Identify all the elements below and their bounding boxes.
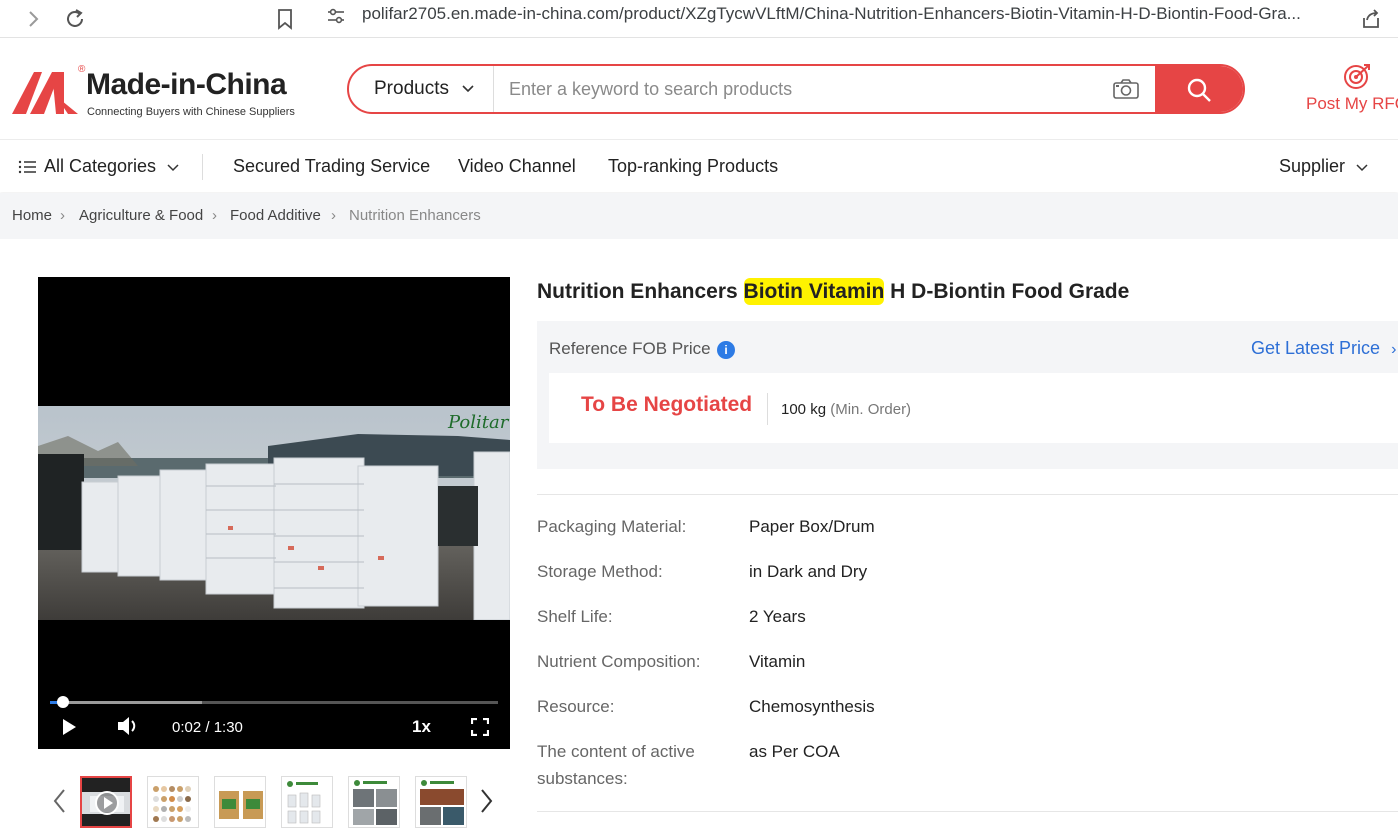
nav-video-channel[interactable]: Video Channel (458, 140, 576, 192)
price-value: To Be Negotiated (581, 393, 753, 416)
list-icon (18, 161, 36, 174)
video-watermark: Politar (448, 412, 509, 433)
get-latest-price-link[interactable]: Get Latest Price › (1251, 338, 1396, 359)
spec-label: Nutrient Composition: (537, 652, 701, 671)
thumbnail-video[interactable] (80, 776, 132, 828)
chevron-right-icon: › (331, 207, 336, 224)
all-categories-menu[interactable]: All Categories (18, 140, 179, 192)
thumbnail-3[interactable] (214, 776, 266, 828)
playback-speed-button[interactable]: 1x (412, 717, 431, 737)
thumbnail-4[interactable] (281, 776, 333, 828)
all-categories-label: All Categories (44, 156, 157, 176)
logo-name: Made-in-China (86, 68, 287, 101)
site-header: ® Made-in-China Connecting Buyers with C… (0, 38, 1398, 140)
bookmark-icon[interactable] (272, 6, 298, 32)
price-box: Reference FOB Price i Get Latest Price ›… (537, 321, 1398, 469)
video-time: 0:02 / 1:30 (172, 719, 243, 736)
chevron-right-icon[interactable] (478, 788, 494, 814)
address-bar[interactable]: polifar2705.en.made-in-china.com/product… (314, 0, 1398, 30)
min-order-label: (Min. Order) (830, 401, 912, 418)
product-title: Nutrition Enhancers Biotin Vitamin H D-B… (537, 278, 1130, 305)
reload-icon[interactable] (62, 6, 88, 32)
chevron-right-icon: › (60, 207, 65, 224)
search-bar: Products (347, 64, 1245, 114)
chevron-left-icon[interactable] (52, 788, 68, 814)
thumbnail-2[interactable] (147, 776, 199, 828)
min-order: 100 kg (Min. Order) (781, 401, 911, 418)
progress-knob[interactable] (57, 696, 70, 708)
registered-mark: ® (78, 64, 86, 75)
spec-value: Paper Box/Drum (749, 517, 875, 536)
search-icon (1187, 78, 1211, 102)
title-part-2: H D-Biontin Food Grade (884, 280, 1130, 303)
spec-label: Shelf Life: (537, 607, 613, 626)
chevron-down-icon (461, 66, 475, 112)
spec-label: Resource: (537, 697, 615, 716)
volume-icon[interactable] (116, 715, 140, 737)
spec-value: 2 Years (749, 607, 806, 626)
search-input[interactable] (495, 66, 1095, 112)
browser-toolbar: polifar2705.en.made-in-china.com/product… (0, 0, 1398, 38)
forward-icon[interactable] (20, 6, 46, 32)
thumbnail-strip (48, 772, 508, 830)
spec-divider (537, 811, 1398, 812)
spec-divider (537, 494, 1398, 495)
supplier-label: Supplier (1279, 156, 1346, 176)
price-divider (767, 393, 768, 425)
breadcrumb-agriculture-food[interactable]: Agriculture & Food (79, 207, 203, 224)
price-panel: To Be Negotiated 100 kg (Min. Order) (549, 373, 1398, 443)
breadcrumb: Home › Agriculture & Food › Food Additiv… (0, 193, 1398, 239)
search-scope-label: Products (374, 78, 449, 99)
spec-value: Chemosynthesis (749, 697, 875, 716)
thumbnail-5[interactable] (348, 776, 400, 828)
site-settings-icon[interactable] (326, 6, 346, 30)
nav-secured-trading[interactable]: Secured Trading Service (233, 140, 430, 192)
product-video-player[interactable]: Politar 0:02 / 1:30 1x (38, 277, 510, 749)
title-highlight: Biotin Vitamin (743, 278, 885, 305)
spec-value: in Dark and Dry (749, 562, 868, 581)
spec-value: Vitamin (749, 652, 806, 671)
logo-tagline: Connecting Buyers with Chinese Suppliers (87, 106, 295, 118)
chevron-down-icon (167, 164, 179, 172)
post-rfq-link[interactable]: Post My RFQ (1300, 60, 1398, 120)
title-part-1: Nutrition Enhancers (537, 280, 744, 303)
spec-value: as Per COA (749, 742, 840, 761)
min-order-qty: 100 kg (781, 401, 827, 418)
share-icon[interactable] (1358, 6, 1384, 32)
target-icon (1344, 64, 1370, 89)
spec-label: Storage Method: (537, 562, 663, 581)
chevron-right-icon: › (212, 207, 217, 224)
post-rfq-label: Post My RFQ (1306, 94, 1398, 113)
get-latest-price-label: Get Latest Price (1251, 338, 1381, 358)
video-progress-bar[interactable] (50, 696, 498, 708)
info-icon[interactable]: i (717, 341, 735, 359)
url-text: polifar2705.en.made-in-china.com/product… (362, 4, 1301, 23)
chevron-right-icon: › (1391, 341, 1397, 358)
thumbnail-6[interactable] (415, 776, 467, 828)
breadcrumb-nutrition-enhancers: Nutrition Enhancers (349, 207, 481, 224)
video-frame: Politar (38, 406, 510, 620)
supplier-menu[interactable]: Supplier (1279, 140, 1368, 192)
search-button[interactable] (1155, 66, 1243, 112)
category-nav: All Categories Secured Trading Service V… (0, 140, 1398, 192)
search-scope-select[interactable]: Products (349, 66, 494, 112)
nav-top-ranking[interactable]: Top-ranking Products (608, 140, 778, 192)
progress-buffered (50, 701, 203, 704)
breadcrumb-food-additive[interactable]: Food Additive (230, 207, 321, 224)
logo-mark-icon (12, 72, 78, 114)
reference-price-label: Reference FOB Price (549, 339, 711, 358)
fullscreen-icon[interactable] (471, 718, 489, 736)
play-icon[interactable] (60, 717, 78, 737)
spec-label: Packaging Material: (537, 517, 687, 536)
site-logo[interactable]: ® Made-in-China Connecting Buyers with C… (12, 62, 295, 122)
nav-divider (202, 154, 203, 180)
chevron-down-icon (1356, 164, 1368, 172)
breadcrumb-home[interactable]: Home (12, 207, 52, 224)
spec-label: The content of active substances: (537, 742, 695, 788)
camera-search-icon[interactable] (1112, 78, 1140, 100)
